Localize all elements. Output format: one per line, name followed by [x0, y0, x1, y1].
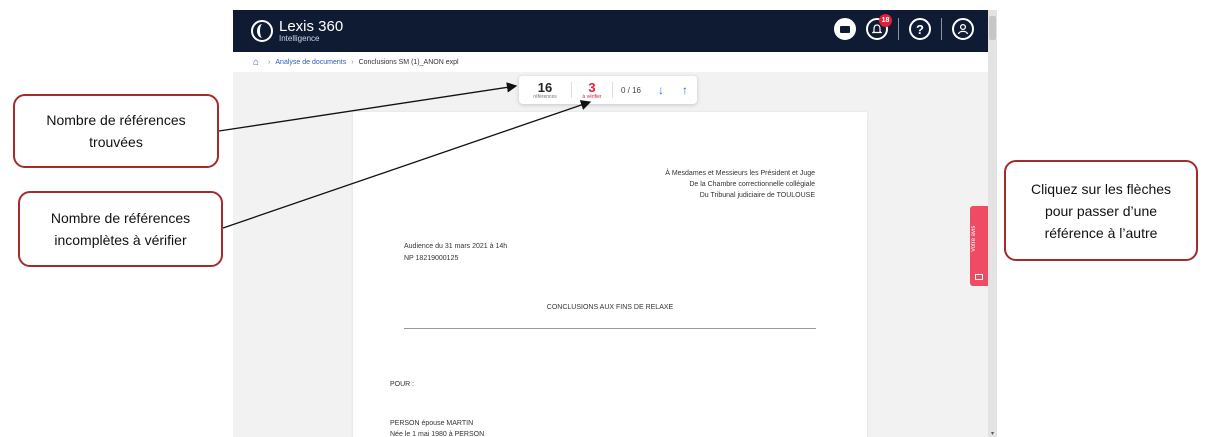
arrow-to-verify-count [222, 100, 592, 229]
callout-line: référence à l’autre [1044, 224, 1158, 241]
arrow-to-found-count [218, 82, 518, 132]
callout-line: Nombre de références [46, 112, 186, 128]
callout-line: pour passer d’une [1044, 202, 1158, 219]
callout-line: Nombre de références [50, 210, 191, 226]
callout-line: Cliquez sur les flèches [1030, 180, 1172, 197]
callout-arrows-help: Cliquez sur les flèches pour passer d’un… [1004, 160, 1198, 261]
callout-line: incomplètes à vérifier [54, 232, 187, 248]
callout-found-references: Nombre de références trouvées [13, 94, 219, 168]
callout-references-to-verify: Nombre de références incomplètes à vérif… [18, 191, 223, 267]
callout-line: trouvées [89, 134, 143, 150]
